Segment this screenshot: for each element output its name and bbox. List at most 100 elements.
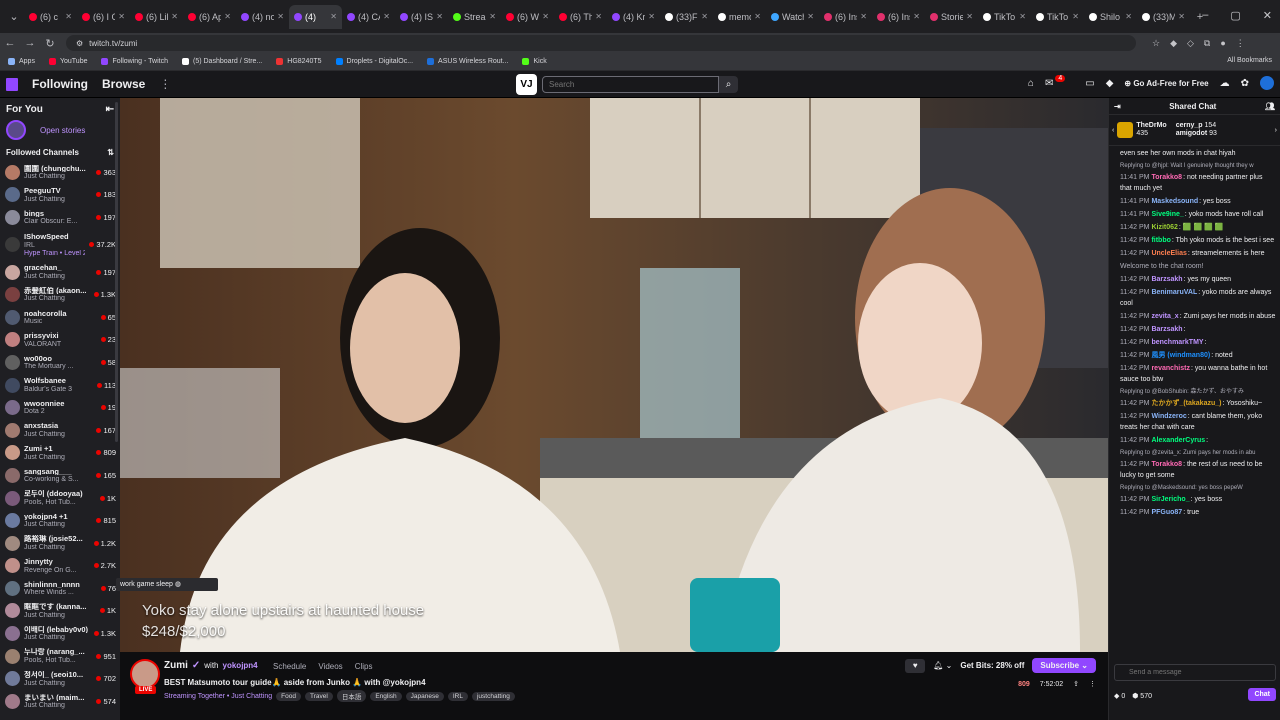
more-options-icon[interactable]: ⋮ bbox=[1089, 680, 1096, 688]
tab-close-icon[interactable]: ✕ bbox=[701, 12, 708, 21]
tab-close-icon[interactable]: ✕ bbox=[118, 12, 125, 21]
settings-icon[interactable]: ✿ bbox=[1241, 78, 1249, 89]
minimize-icon[interactable]: – bbox=[1202, 9, 1208, 22]
site-info-icon[interactable]: ⚙ bbox=[76, 39, 83, 48]
chat-username[interactable]: Torakko8 bbox=[1151, 461, 1182, 468]
tab-close-icon[interactable]: ✕ bbox=[65, 12, 72, 21]
channel-points-icon[interactable]: ⬢ 570 bbox=[1132, 692, 1152, 700]
tab-close-icon[interactable]: ✕ bbox=[330, 12, 337, 21]
chat-username[interactable]: Barzsakh bbox=[1151, 276, 1182, 283]
sidebar-channel[interactable]: まいまい (maim... Just Chatting 574 bbox=[0, 690, 120, 713]
sidebar-channel[interactable]: 로두이 (ddooyaa) Pools, Hot Tub... 1K bbox=[0, 487, 120, 510]
chat-username[interactable]: SirJericho_ bbox=[1151, 496, 1189, 503]
chat-username[interactable]: 風男 (windman80) bbox=[1151, 352, 1210, 359]
extension-icon[interactable]: ◇ bbox=[1187, 38, 1194, 49]
tab-close-icon[interactable]: ✕ bbox=[489, 12, 496, 21]
collapse-chat-icon[interactable]: ⇥ bbox=[1114, 102, 1121, 111]
bookmark-item[interactable]: HG8240T5 bbox=[276, 58, 322, 65]
browser-tab[interactable]: Strea ✕ bbox=[448, 5, 501, 29]
tab-close-icon[interactable]: ✕ bbox=[542, 12, 549, 21]
open-stories-row[interactable]: Open stories bbox=[0, 120, 120, 140]
back-icon[interactable]: ← bbox=[0, 37, 20, 49]
browser-tab[interactable]: (6) W ✕ bbox=[501, 5, 554, 29]
notifications-icon[interactable]: ✉ bbox=[1045, 78, 1053, 89]
co-streamer[interactable]: yokojpn4 bbox=[223, 661, 258, 670]
chat-username[interactable]: Kizit062 bbox=[1151, 224, 1177, 231]
chat-username[interactable]: Maskedsound bbox=[1151, 198, 1198, 205]
channel-tab[interactable]: Clips bbox=[355, 662, 373, 671]
cloud-icon[interactable]: ☁ bbox=[1220, 78, 1230, 89]
browser-tab[interactable]: (6) Ins✕ bbox=[872, 5, 925, 29]
tab-close-icon[interactable]: ✕ bbox=[860, 12, 867, 21]
tab-close-icon[interactable]: ✕ bbox=[913, 12, 920, 21]
chat-username[interactable]: たかかず_(takakazu_) bbox=[1151, 400, 1221, 407]
category-link[interactable]: Streaming Together • Just Chatting bbox=[164, 693, 272, 700]
tab-close-icon[interactable]: ✕ bbox=[383, 12, 390, 21]
channel-tab[interactable]: Schedule bbox=[273, 662, 306, 671]
tab-close-icon[interactable]: ✕ bbox=[1072, 12, 1079, 21]
sidebar-channel[interactable]: anxstasia Just Chatting 167 bbox=[0, 419, 120, 442]
browse-link[interactable]: Browse bbox=[102, 77, 145, 91]
stream-tag[interactable]: Travel bbox=[305, 691, 333, 701]
collapse-sidebar-icon[interactable]: ⇤ bbox=[106, 104, 114, 115]
chat-username[interactable]: fitbbo bbox=[1151, 237, 1170, 244]
sidebar-channel[interactable]: gracehan_ Just Chatting 197 bbox=[0, 261, 120, 284]
sidebar-channel[interactable]: Wolfsbanee Baldur's Gate 3 113 bbox=[0, 374, 120, 397]
tab-close-icon[interactable]: ✕ bbox=[436, 12, 443, 21]
sidebar-channel[interactable]: wwoonniee Dota 2 19 bbox=[0, 396, 120, 419]
subscribe-button[interactable]: Subscribe ⌄ bbox=[1032, 658, 1096, 673]
sidebar-channel[interactable]: 赤髮紅伯 (akaon... Just Chatting 1.3K bbox=[0, 283, 120, 306]
reply-context[interactable]: Replying to @Maskedsound: yes boss pepeW bbox=[1120, 483, 1276, 494]
whispers-icon[interactable]: ▭ bbox=[1085, 78, 1094, 89]
chat-input[interactable] bbox=[1114, 664, 1276, 681]
get-bits-button[interactable]: Get Bits: 28% off bbox=[960, 661, 1024, 670]
browser-tab[interactable]: TikTo ✕ bbox=[978, 5, 1031, 29]
browser-tab[interactable]: (6) Ins✕ bbox=[819, 5, 872, 29]
tab-close-icon[interactable]: ✕ bbox=[171, 12, 178, 21]
user-avatar[interactable] bbox=[1260, 76, 1274, 90]
follow-heart-icon[interactable]: ♥ bbox=[905, 658, 926, 673]
browser-tab[interactable]: (4) CA✕ bbox=[342, 5, 395, 29]
tab-close-icon[interactable]: ✕ bbox=[648, 12, 655, 21]
sidebar-channel[interactable]: sangsang___ Co-working & S... 165 bbox=[0, 464, 120, 487]
tab-close-icon[interactable]: ✕ bbox=[1019, 12, 1026, 21]
sidebar-scrollbar[interactable] bbox=[115, 102, 118, 442]
browser-tab[interactable]: Watch✕ bbox=[766, 5, 819, 29]
browser-tab[interactable]: Storie ✕ bbox=[925, 5, 978, 29]
twitch-logo-icon[interactable] bbox=[6, 77, 18, 91]
chat-users-icon[interactable]: 👥︎ bbox=[1265, 102, 1275, 111]
bookmark-star-icon[interactable]: ☆ bbox=[1152, 38, 1160, 49]
chat-username[interactable]: Torakko8 bbox=[1151, 174, 1182, 181]
stream-tag[interactable]: Japanese bbox=[405, 691, 444, 701]
stream-tag[interactable]: IRL bbox=[447, 691, 468, 701]
stream-tag[interactable]: Food bbox=[276, 691, 301, 701]
browser-tab[interactable]: TikTo ✕ bbox=[1031, 5, 1084, 29]
bookmark-item[interactable]: Following - Twitch bbox=[101, 58, 168, 65]
browser-tab[interactable]: (33)F ✕ bbox=[660, 5, 713, 29]
forward-icon[interactable]: → bbox=[20, 37, 40, 49]
sidebar-channel[interactable]: IShowSpeed IRL Hype Train • Level 2 37.2K bbox=[0, 229, 120, 261]
extension-icon[interactable]: ◆ bbox=[1170, 38, 1177, 49]
bookmark-item[interactable]: ASUS Wireless Rout... bbox=[427, 58, 508, 65]
sidebar-channel[interactable]: Zumi +1 Just Chatting 809 bbox=[0, 442, 120, 465]
sidebar-channel[interactable]: 이배디 (lebaby0v0) Just Chatting 1.3K bbox=[0, 622, 120, 645]
chat-username[interactable]: zevita_x bbox=[1151, 313, 1178, 320]
sidebar-channel[interactable]: 路裕琳 (josie52... Just Chatting 1.2K bbox=[0, 532, 120, 555]
extension-logo[interactable]: VJ bbox=[516, 74, 537, 95]
profile-icon[interactable]: ● bbox=[1220, 38, 1225, 49]
streamer-name[interactable]: Zumi bbox=[164, 660, 188, 671]
sidebar-channel[interactable]: shinlinnn_nnnn Where Winds ... 76 bbox=[0, 577, 120, 600]
reply-context[interactable]: Replying to @zevita_x: Zumi pays her mod… bbox=[1120, 448, 1276, 459]
chat-username[interactable]: Windzeroc bbox=[1151, 413, 1186, 420]
tab-close-icon[interactable]: ✕ bbox=[277, 12, 284, 21]
sidebar-channel[interactable]: PeeguuTV Just Chatting 183 bbox=[0, 184, 120, 207]
tab-close-icon[interactable]: ✕ bbox=[595, 12, 602, 21]
browser-tab[interactable]: (4) no ✕ bbox=[236, 5, 289, 29]
tab-close-icon[interactable]: ✕ bbox=[224, 12, 231, 21]
browser-tab[interactable]: (6) I C ✕ bbox=[77, 5, 130, 29]
maximize-icon[interactable]: ▢ bbox=[1230, 9, 1240, 22]
leaderboard-next-icon[interactable]: › bbox=[1275, 127, 1277, 134]
chat-username[interactable]: PFGuo87 bbox=[1151, 509, 1182, 516]
chat-username[interactable]: benchmarkTMY bbox=[1151, 339, 1203, 346]
leaderboard-prev-icon[interactable]: ‹ bbox=[1112, 127, 1114, 134]
